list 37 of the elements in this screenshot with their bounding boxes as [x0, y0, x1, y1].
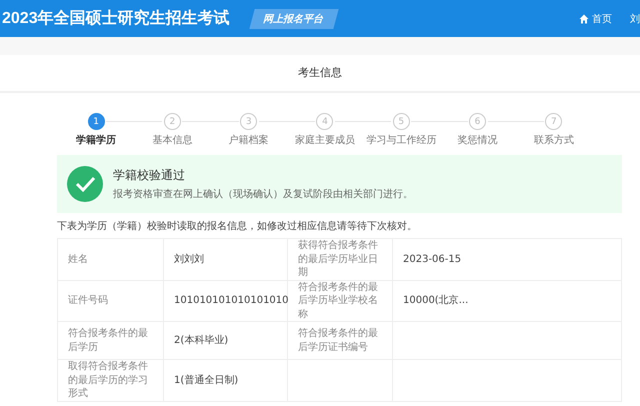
step-number[interactable]: 4 — [316, 113, 334, 130]
home-link[interactable]: 首页 — [592, 12, 612, 26]
step-number[interactable]: 3 — [240, 113, 258, 130]
note-text: 下表为学历（学籍）校验时读取的报名信息，如修改过相应信息请等待下次核对。 — [57, 220, 418, 233]
alert-message: 报考资格审查在网上确认（现场确认）及复试阶段由相关部门进行。 — [113, 188, 413, 201]
alert-title: 学籍校验通过 — [113, 167, 186, 184]
step-label[interactable]: 学习与工作经历 — [366, 133, 436, 147]
site-title: 2023年全国硕士研究生招生考试 — [2, 8, 230, 29]
table-cell: 符合报考条件的最后学历毕业学校名称 — [288, 280, 392, 322]
user-name-link[interactable]: 刘 — [630, 12, 640, 26]
step-label[interactable]: 学籍学历 — [76, 133, 116, 147]
table-cell: 1(普通全日制) — [164, 360, 288, 401]
home-icon[interactable] — [579, 14, 589, 24]
table-cell: 符合报考条件的最后学历证书编号 — [288, 322, 392, 360]
step-label[interactable]: 家庭主要成员 — [294, 133, 355, 147]
step-label[interactable]: 联系方式 — [534, 133, 574, 147]
table-cell: 2(本科毕业) — [164, 322, 288, 360]
table-cell: 10000(北京... — [392, 280, 622, 322]
table-cell: 101010101010101010 — [164, 280, 288, 322]
platform-badge: 网上报名平台 — [248, 8, 338, 28]
step-number[interactable]: 7 — [545, 113, 562, 130]
table-cell: 姓名 — [58, 238, 164, 280]
step-label[interactable]: 奖惩情况 — [458, 133, 498, 147]
table-cell: 符合报考条件的最后学历 — [58, 322, 164, 360]
table-cell: 取得符合报考条件的最后学历的学习形式 — [58, 360, 164, 401]
step-number[interactable]: 5 — [392, 113, 410, 130]
table-cell: 证件号码 — [58, 280, 164, 322]
step-label[interactable]: 户籍档案 — [228, 133, 269, 147]
table-cell: 2023-06-15 — [392, 238, 622, 280]
table-cell: 刘刘刘 — [164, 238, 288, 280]
table-cell: 获得符合报考条件的最后学历毕业日期 — [288, 238, 392, 280]
page-title: 考生信息 — [0, 55, 640, 93]
step-number[interactable]: 1 — [88, 113, 105, 130]
step-number[interactable]: 2 — [164, 113, 181, 130]
step-number[interactable]: 6 — [469, 113, 486, 130]
check-icon — [67, 166, 103, 202]
step-label[interactable]: 基本信息 — [152, 133, 192, 147]
